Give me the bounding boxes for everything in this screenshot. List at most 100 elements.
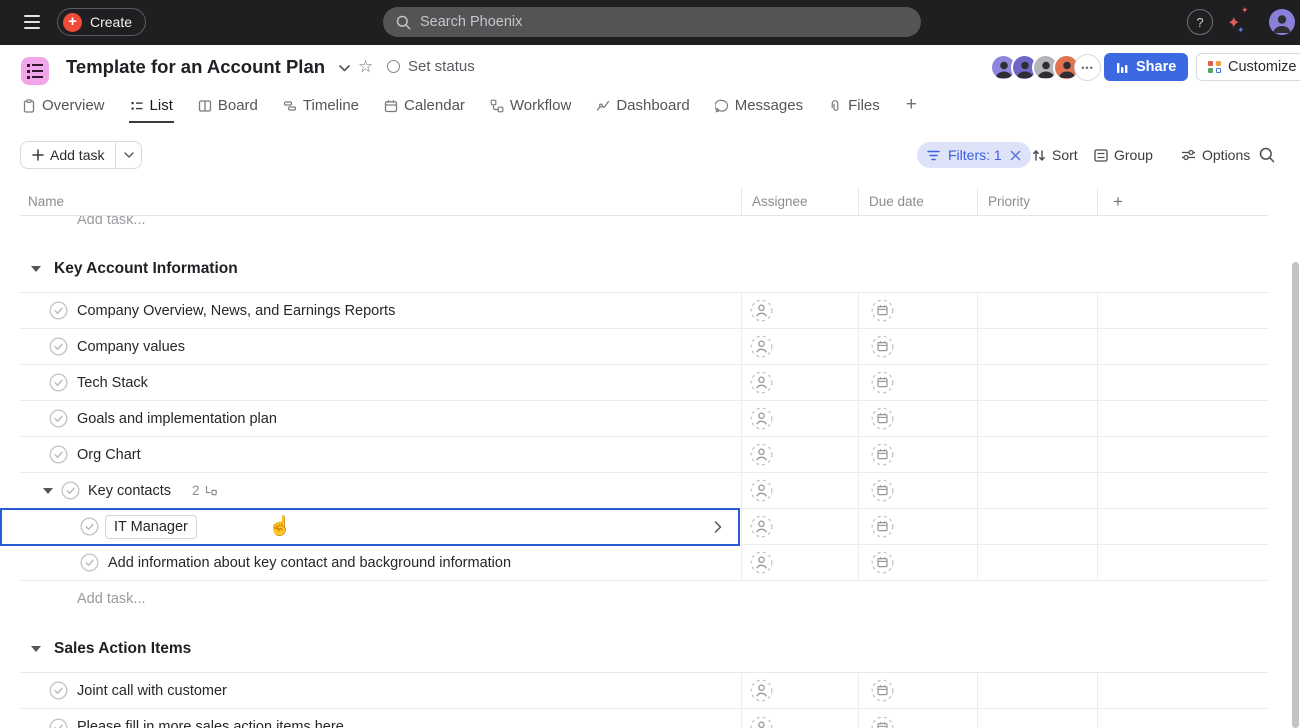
task-row[interactable]: Company values — [0, 329, 1300, 365]
global-search-input[interactable]: Search Phoenix — [383, 7, 921, 37]
tab-workflow[interactable]: Workflow — [489, 91, 572, 123]
help-button[interactable]: ? — [1187, 9, 1213, 35]
task-row-it-manager-selected[interactable]: IT Manager ☝ — [0, 509, 1300, 545]
priority-cell[interactable] — [977, 709, 1097, 728]
column-header-assignee[interactable]: Assignee — [741, 188, 858, 215]
options-button[interactable]: Options — [1181, 141, 1250, 169]
priority-cell[interactable] — [977, 673, 1097, 709]
tab-overview[interactable]: Overview — [21, 91, 106, 123]
section-sales-action-items[interactable]: Sales Action Items — [20, 625, 1268, 673]
tab-timeline[interactable]: Timeline — [282, 91, 360, 123]
task-row-clipped[interactable]: Please fill in more sales action items h… — [0, 709, 1300, 728]
list-search-button[interactable] — [1259, 147, 1275, 168]
assignee-cell[interactable] — [741, 365, 858, 401]
assignee-cell[interactable] — [741, 293, 858, 329]
due-date-cell[interactable] — [858, 545, 977, 581]
priority-cell[interactable] — [977, 545, 1097, 581]
assignee-cell[interactable] — [741, 437, 858, 473]
task-status-check-icon[interactable] — [80, 517, 99, 536]
vertical-scrollbar[interactable] — [1292, 262, 1299, 728]
ai-sparkles-icon[interactable]: ✦✦✦ — [1227, 6, 1253, 39]
close-icon[interactable] — [1010, 150, 1021, 161]
task-row[interactable]: Joint call with customer — [0, 673, 1300, 709]
add-task-row[interactable]: Add task... — [20, 581, 1300, 617]
task-status-check-icon[interactable] — [49, 337, 68, 356]
add-task-main[interactable]: Add task — [21, 142, 115, 168]
priority-cell[interactable] — [977, 365, 1097, 401]
due-date-cell[interactable] — [858, 509, 977, 545]
due-date-cell[interactable] — [858, 473, 977, 509]
assignee-cell[interactable] — [741, 473, 858, 509]
task-row-key-contacts[interactable]: Key contacts 2 — [0, 473, 1300, 509]
favorite-star-icon[interactable]: ☆ — [358, 57, 373, 77]
tab-messages[interactable]: Messages — [714, 91, 804, 123]
task-status-check-icon[interactable] — [80, 553, 99, 572]
task-row[interactable]: Org Chart — [0, 437, 1300, 473]
assignee-cell[interactable] — [741, 329, 858, 365]
add-task-dropdown[interactable] — [115, 142, 141, 168]
assignee-cell[interactable] — [741, 509, 858, 545]
title-chevron-down-icon[interactable] — [339, 65, 350, 72]
task-row[interactable]: Tech Stack — [0, 365, 1300, 401]
collapse-triangle-icon[interactable] — [31, 266, 41, 272]
assignee-cell[interactable] — [741, 709, 858, 728]
due-date-cell[interactable] — [858, 293, 977, 329]
priority-cell[interactable] — [977, 509, 1097, 545]
due-date-cell[interactable] — [858, 329, 977, 365]
due-date-cell[interactable] — [858, 401, 977, 437]
sort-button[interactable]: Sort — [1032, 141, 1078, 169]
timeline-icon — [283, 99, 297, 113]
due-date-placeholder-icon — [871, 479, 894, 502]
task-title-edit-box[interactable]: IT Manager — [105, 515, 197, 539]
tab-dashboard[interactable]: Dashboard — [595, 91, 690, 123]
list-doc-icon[interactable] — [21, 57, 49, 85]
set-status-button[interactable]: Set status — [387, 58, 475, 75]
assignee-cell[interactable] — [741, 401, 858, 437]
task-row-subtask[interactable]: Add information about key contact and ba… — [0, 545, 1300, 581]
task-status-check-icon[interactable] — [49, 373, 68, 392]
create-button[interactable]: + Create — [57, 8, 146, 36]
priority-cell[interactable] — [977, 329, 1097, 365]
task-status-check-icon[interactable] — [49, 445, 68, 464]
due-date-cell[interactable] — [858, 437, 977, 473]
add-column-button[interactable]: + — [1097, 188, 1268, 215]
due-date-cell[interactable] — [858, 709, 977, 728]
priority-cell[interactable] — [977, 437, 1097, 473]
user-avatar[interactable] — [1269, 9, 1295, 35]
column-header-name[interactable]: Name — [20, 188, 741, 215]
column-header-due-date[interactable]: Due date — [858, 188, 977, 215]
due-date-cell[interactable] — [858, 365, 977, 401]
task-status-check-icon[interactable] — [49, 409, 68, 428]
add-view-button[interactable]: + — [904, 91, 919, 119]
share-button[interactable]: Share — [1104, 53, 1188, 81]
expand-triangle-icon[interactable] — [43, 488, 53, 494]
add-task-row-clipped[interactable]: Add task... — [0, 216, 1300, 232]
tab-list[interactable]: List — [129, 91, 174, 123]
priority-cell[interactable] — [977, 293, 1097, 329]
tab-calendar[interactable]: Calendar — [383, 91, 466, 123]
collapse-triangle-icon[interactable] — [31, 646, 41, 652]
hamburger-menu-icon[interactable] — [24, 15, 40, 29]
sort-icon — [1032, 149, 1046, 162]
task-row[interactable]: Company Overview, News, and Earnings Rep… — [0, 293, 1300, 329]
due-date-cell[interactable] — [858, 673, 977, 709]
clipboard-icon — [22, 99, 36, 113]
task-row[interactable]: Goals and implementation plan — [0, 401, 1300, 437]
tab-files[interactable]: Files — [827, 91, 881, 123]
assignee-cell[interactable] — [741, 545, 858, 581]
task-status-check-icon[interactable] — [61, 481, 80, 500]
priority-cell[interactable] — [977, 401, 1097, 437]
customize-button[interactable]: Customize — [1196, 53, 1300, 81]
open-task-chevron-icon[interactable] — [714, 521, 722, 533]
tab-board[interactable]: Board — [197, 91, 259, 123]
filters-pill[interactable]: Filters: 1 — [917, 142, 1031, 168]
task-status-check-icon[interactable] — [49, 301, 68, 320]
section-key-account-information[interactable]: Key Account Information — [20, 245, 1268, 293]
column-header-priority[interactable]: Priority — [977, 188, 1097, 215]
more-collaborators-button[interactable]: ••• — [1074, 54, 1101, 81]
group-button[interactable]: Group — [1094, 141, 1153, 169]
assignee-cell[interactable] — [741, 673, 858, 709]
priority-cell[interactable] — [977, 473, 1097, 509]
task-status-check-icon[interactable] — [49, 718, 68, 728]
task-status-check-icon[interactable] — [49, 681, 68, 700]
